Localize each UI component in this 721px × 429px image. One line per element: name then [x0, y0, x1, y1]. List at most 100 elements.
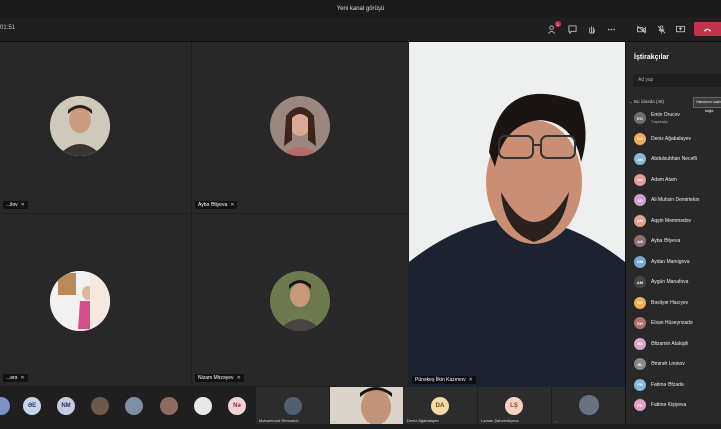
- participant-avatar: ƏL: [634, 358, 646, 370]
- section-label-text: Bu iclasda (49): [634, 99, 665, 104]
- participants-panel: İştirakçılar Ad yaz ⌄ Bu iclasda (49) Ha…: [625, 42, 721, 424]
- participant-list-item[interactable]: AM Aqşin Məmmədov: [634, 214, 721, 229]
- participant-avatar: FƏ: [634, 378, 646, 391]
- participant-list-item[interactable]: ƏA Əlizamin Atakişili: [634, 337, 721, 352]
- participant-name: Aydan Mamigova: [651, 258, 690, 265]
- participant-list-item[interactable]: AD Ali Muhsin Demirtekin: [634, 194, 721, 208]
- share-screen-button[interactable]: [673, 22, 687, 36]
- participant-nameplate: ...ilov ✕: [3, 201, 28, 209]
- participant-tile[interactable]: Nizam Mirzəyev ✕: [192, 214, 408, 386]
- participant-list-item[interactable]: FƏ Fatimə Əfzədə: [634, 378, 721, 393]
- participant-avatar[interactable]: NM: [57, 397, 75, 415]
- participant-list-item[interactable]: AN Abdulsubhan Necəfli: [634, 153, 721, 167]
- participant-nameplate: Aybə Əliyeva ✕: [195, 201, 238, 209]
- participant-video: [330, 387, 403, 425]
- participant-name: Emin Orucov: [651, 112, 680, 118]
- participant-avatar: AM: [634, 214, 646, 227]
- mute-all-button[interactable]: Hamısının səsini bağla: [693, 97, 721, 113]
- raise-hand-button[interactable]: [584, 22, 598, 36]
- participant-list-item[interactable]: EH Elxan Hüseynzadə: [634, 317, 721, 331]
- hand-icon: [588, 25, 595, 34]
- participant-avatar: [270, 271, 330, 331]
- participant-tile[interactable]: ...ilov ✕: [0, 42, 191, 213]
- more-actions-button[interactable]: [604, 22, 618, 36]
- participant-avatar: LŞ: [505, 397, 523, 415]
- avatar-initials: DA: [435, 403, 445, 409]
- participant-avatar[interactable]: Nə: [228, 397, 246, 415]
- participant-list-item[interactable]: AM Aydan Mamigova: [634, 255, 721, 270]
- participant-name: Deniz Ağabalayev: [407, 418, 440, 423]
- avatar-initials: Nə: [233, 403, 241, 409]
- participant-name: Abdulsubhan Necəfli: [651, 156, 697, 162]
- participant-list-item[interactable]: AM Aygün Manafova: [634, 276, 721, 290]
- participant-name: Fatimə Kişiyeva: [651, 402, 687, 408]
- strip-video-tile[interactable]: ...: [330, 387, 403, 425]
- strip-video-tile[interactable]: ...: [552, 387, 625, 424]
- participant-nameplate: ...ərə ✕: [3, 374, 28, 382]
- chat-button[interactable]: [565, 22, 579, 36]
- participant-name: Məhəmməd Əhmədov: [259, 418, 299, 423]
- participant-list-item[interactable]: BH Bəsliyər Hacıyev: [634, 296, 721, 311]
- avatar-initials: ƏE: [27, 403, 37, 409]
- window-title: Yeni kanal görüşü: [336, 5, 385, 12]
- participants-button[interactable]: 1: [545, 21, 561, 36]
- avatar-initials: LŞ: [510, 403, 518, 409]
- hang-up-icon: [703, 28, 712, 32]
- participant-avatar: AƏ: [634, 235, 646, 247]
- mic-off-icon: ✕: [230, 202, 235, 208]
- speaker-video[interactable]: Pünəkeş İlkin Kazımov ✕: [409, 42, 625, 387]
- microphone-button[interactable]: [654, 22, 668, 36]
- participant-avatar[interactable]: [125, 397, 143, 415]
- chat-icon: [567, 24, 577, 34]
- participant-avatar[interactable]: [91, 397, 109, 415]
- participant-name: Nizam Mirzəyev: [198, 375, 234, 381]
- participant-avatar: [579, 395, 599, 415]
- speaker-name: Pünəkeş İlkin Kazımov: [415, 377, 466, 383]
- participant-list-item[interactable]: EO Emin Orucov Təşkilatçı: [634, 112, 721, 126]
- participant-list-item[interactable]: DA Deniz Ağabalayev: [634, 132, 721, 147]
- avatar-initials: NM: [61, 403, 71, 409]
- participant-avatar: AA: [634, 173, 646, 186]
- participant-search-input[interactable]: Ad yaz: [633, 74, 721, 87]
- meeting-toolbar: 01:51 1: [0, 17, 721, 42]
- participant-avatar: AN: [634, 153, 646, 165]
- participant-list-item[interactable]: ƏL Əmirəh Lminov: [634, 358, 721, 372]
- participant-role: Təşkilatçı: [651, 119, 668, 124]
- participant-name: ...ərə: [6, 375, 18, 381]
- participant-list-item[interactable]: FK Fatimə Kişiyeva: [634, 399, 721, 413]
- participant-name: Aygün Manafova: [651, 279, 689, 285]
- mic-off-icon: [657, 24, 665, 34]
- participant-tile[interactable]: Aybə Əliyeva ✕: [192, 42, 408, 213]
- participant-avatar[interactable]: [0, 397, 10, 415]
- participant-list-item[interactable]: AƏ Ayba Əliyeva: [634, 235, 721, 249]
- more-icon: [607, 28, 615, 30]
- strip-video-tile[interactable]: DA Deniz Ağabalayev: [404, 387, 477, 424]
- participant-name: ...: [333, 418, 337, 423]
- participant-avatar: EO: [634, 112, 646, 124]
- participant-name: Ayba Əliyeva: [651, 238, 681, 244]
- participant-list-item[interactable]: AA Adəm Atam: [634, 173, 721, 188]
- section-label[interactable]: ⌄ Bu iclasda (49): [629, 99, 664, 105]
- participant-nameplate: Nizam Mirzəyev ✕: [195, 374, 244, 382]
- strip-video-tile[interactable]: LŞ Ləman Şahverdiyeva: [478, 387, 551, 424]
- participant-name: Əlizamin Atakişili: [651, 340, 689, 347]
- participant-avatar: EH: [634, 317, 646, 329]
- meeting-timer: 01:51: [0, 25, 16, 31]
- participant-avatar: [270, 96, 330, 156]
- participant-tile[interactable]: ...ərə ✕: [0, 214, 191, 386]
- participant-avatar[interactable]: [160, 397, 178, 415]
- speaker-image: [409, 42, 625, 387]
- participant-avatar[interactable]: [194, 397, 212, 415]
- participant-avatar: BH: [634, 296, 646, 309]
- participant-avatar[interactable]: ƏE: [23, 397, 41, 415]
- participant-name: Əmirəh Lminov: [651, 361, 685, 367]
- participant-name: ...ilov: [6, 202, 18, 208]
- participant-name: Ləman Şahverdiyeva: [481, 418, 519, 423]
- participant-avatar: [50, 271, 110, 331]
- leave-call-button[interactable]: [694, 22, 721, 36]
- strip-video-tile[interactable]: Məhəmməd Əhmədov: [256, 387, 329, 424]
- camera-button[interactable]: [634, 22, 648, 36]
- participant-name: ...: [555, 418, 559, 423]
- mic-off-icon: ✕: [236, 375, 241, 381]
- mic-off-icon: ✕: [20, 375, 25, 381]
